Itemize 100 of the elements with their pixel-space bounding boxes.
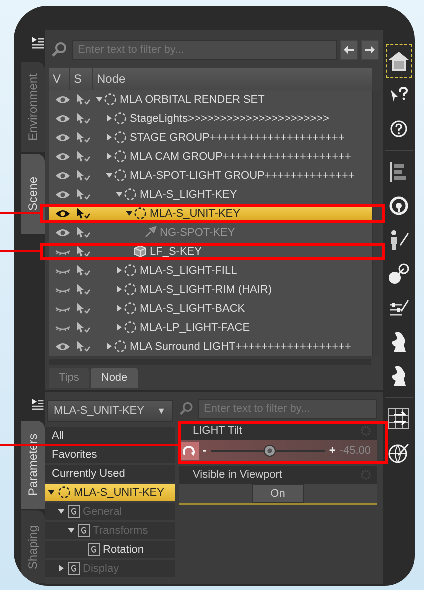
filter-label: Currently Used [52, 468, 126, 480]
node-label: MLA-SPOT-LIGHT GROUP++++++++++++++ [130, 170, 355, 182]
tree-row[interactable]: MLA Surround LIGHT++++++++++++++++++ [49, 337, 372, 356]
group-icon [68, 505, 80, 518]
pointer-check-icon[interactable] [75, 131, 91, 144]
pointer-check-icon[interactable] [75, 93, 91, 106]
node-dropdown[interactable]: MLA-S_UNIT-KEY ▼ [47, 400, 173, 422]
side-tab[interactable]: Scene [21, 154, 45, 234]
tree-row[interactable]: STAGE GROUP+++++++++++++++++++++ [49, 128, 372, 147]
node-label: LF_S-KEY [150, 246, 202, 258]
tree-row[interactable]: MLA-S_LIGHT-BACK [49, 299, 372, 318]
property-label: LIGHT Tilt [193, 425, 242, 437]
pointer-check-icon[interactable] [75, 150, 91, 163]
group-label: MLA-S_UNIT-KEY [74, 486, 164, 498]
pointer-check-icon[interactable] [75, 283, 91, 296]
home-button[interactable] [386, 44, 412, 78]
pointer-check-icon[interactable] [75, 264, 91, 277]
sliders-pen-icon [388, 297, 410, 319]
panel-tab[interactable]: Node [91, 368, 138, 388]
toggle-button[interactable]: On [252, 484, 304, 503]
leader-line [0, 212, 42, 214]
group-icon [78, 524, 90, 537]
panel-menu-icon[interactable] [31, 36, 45, 50]
group-node-icon [104, 93, 117, 106]
right-arrow-icon [365, 46, 375, 54]
house-icon [388, 50, 410, 72]
pointer-check-icon[interactable] [75, 169, 91, 182]
decrement-button[interactable]: - [203, 444, 207, 456]
expanded-arrow-icon[interactable] [47, 488, 56, 497]
expanded-arrow-icon[interactable] [105, 171, 114, 180]
pointer-check-icon[interactable] [75, 340, 91, 353]
group-node-icon [134, 207, 147, 220]
ring-icon [389, 196, 409, 216]
globe-pen-icon [388, 442, 410, 464]
slider-thumb[interactable] [264, 444, 276, 456]
side-tab[interactable]: Parameters [21, 421, 45, 510]
group-node-icon [114, 131, 127, 144]
search-icon[interactable] [179, 401, 195, 417]
pointer-check-icon[interactable] [75, 188, 91, 201]
collapsed-arrow-icon[interactable] [105, 133, 114, 142]
node-label: MLA ORBITAL RENDER SET [120, 94, 265, 106]
pointer-check-icon[interactable] [75, 245, 91, 258]
expanded-arrow-icon[interactable] [115, 190, 124, 199]
help-icon [390, 120, 408, 138]
tree-row[interactable]: MLA-LP_LIGHT-FACE [49, 318, 372, 337]
property-label: Visible in Viewport [193, 469, 282, 481]
increment-button[interactable]: + [329, 444, 336, 456]
collapsed-arrow-icon[interactable] [115, 285, 124, 294]
tree-row[interactable]: MLA CAM GROUP++++++++++++++++++++ [49, 147, 372, 166]
collapsed-arrow-icon[interactable] [115, 323, 124, 332]
back-button[interactable] [340, 40, 358, 60]
tree-row[interactable]: MLA-SPOT-LIGHT GROUP++++++++++++++ [49, 166, 372, 185]
group-node-icon [114, 112, 127, 125]
panel-menu-icon[interactable] [31, 398, 45, 412]
node-label: MLA Surround LIGHT++++++++++++++++++ [130, 340, 352, 352]
group-node-icon [124, 321, 137, 334]
node-label: STAGE GROUP+++++++++++++++++++++ [130, 132, 345, 144]
tree-row[interactable]: MLA ORBITAL RENDER SET [49, 90, 372, 109]
tree-row[interactable]: MLA-S_LIGHT-RIM (HAIR) [49, 280, 372, 299]
search-icon[interactable] [51, 41, 69, 59]
group-node-icon [124, 264, 137, 277]
group-node-icon [124, 283, 137, 296]
group-node-icon [114, 340, 127, 353]
filter-item[interactable]: Favorites [45, 446, 175, 463]
node-label: MLA-S_LIGHT-KEY [140, 188, 238, 200]
node-label: MLA-S_LIGHT-BACK [140, 302, 246, 314]
tree-row[interactable]: MLA-S_LIGHT-KEY [49, 185, 372, 204]
collapsed-arrow-icon[interactable] [105, 152, 114, 161]
filter-label: Favorites [52, 448, 98, 460]
node-label: MLA-S_UNIT-KEY [150, 208, 240, 220]
group-node-icon [124, 302, 137, 315]
tree-row[interactable]: StageLights>>>>>>>>>>>>>>>>>>>>>> [49, 109, 372, 128]
pointer-check-icon[interactable] [75, 207, 91, 220]
property-group-row[interactable]: MLA-S_UNIT-KEY [45, 484, 175, 501]
node-label: StageLights>>>>>>>>>>>>>>>>>>>>>> [130, 112, 330, 124]
filter-item[interactable]: All [45, 427, 175, 444]
side-tab[interactable]: Environment [21, 62, 45, 152]
collapsed-arrow-icon[interactable] [115, 266, 124, 275]
pointer-check-icon[interactable] [75, 226, 91, 239]
group-node-icon [58, 486, 71, 499]
tree-row[interactable]: LF_S-KEY [49, 242, 372, 261]
pointer-check-icon[interactable] [75, 302, 91, 315]
side-tab[interactable]: Shaping [21, 511, 45, 584]
forward-button[interactable] [361, 40, 379, 60]
collapsed-arrow-icon[interactable] [105, 114, 114, 123]
collapsed-arrow-icon[interactable] [105, 342, 114, 351]
node-label: MLA-LP_LIGHT-FACE [140, 322, 250, 334]
pointer-check-icon[interactable] [75, 112, 91, 125]
tree-row[interactable]: MLA-S_LIGHT-FILL [49, 261, 372, 280]
expanded-arrow-icon[interactable] [95, 95, 104, 104]
collapsed-arrow-icon[interactable] [115, 304, 124, 313]
eye-icon[interactable] [55, 208, 71, 218]
filter-item[interactable]: Currently Used [45, 465, 175, 482]
pointer-question-icon [389, 86, 409, 104]
left-arrow-icon [344, 46, 354, 54]
reset-icon[interactable] [179, 442, 199, 460]
expanded-arrow-icon[interactable] [125, 209, 134, 218]
group-icon [68, 562, 80, 575]
pointer-check-icon[interactable] [75, 321, 91, 334]
grid-arrow-icon [388, 408, 410, 430]
